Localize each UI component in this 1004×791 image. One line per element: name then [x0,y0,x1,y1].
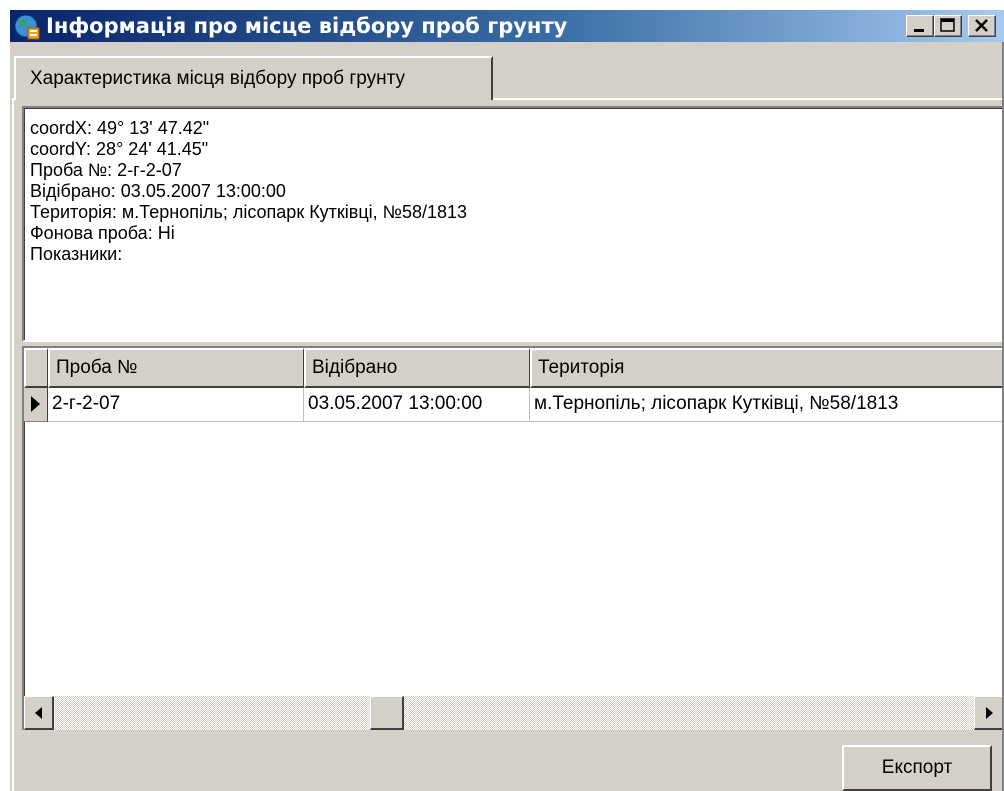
export-button[interactable]: Експорт [842,745,992,791]
window-title: Інформація про місце відбору проб грунту [46,14,568,38]
tab-characteristics[interactable]: Характеристика місця відбору проб грунту [14,56,493,100]
info-sampled-date: Відібрано: 03.05.2007 13:00:00 [30,181,286,201]
grid-header: Проба № Відібрано Територія [24,348,1004,388]
info-coord-x: coordX: 49° 13' 47.42" [30,118,210,138]
arrow-left-icon [35,707,42,719]
minimize-icon [914,29,924,32]
info-background-sample: Фонова проба: Ні [30,223,175,243]
close-button[interactable] [968,15,996,37]
title-bar[interactable]: Інформація про місце відбору проб грунту [10,10,1004,42]
table-cell-territory[interactable]: м.Тернопіль; лісопарк Кутківці, №58/1813 [530,388,1004,422]
scroll-track[interactable] [54,696,974,730]
arrow-right-icon [986,707,993,719]
scroll-right-button[interactable] [974,696,1004,730]
column-header-sampled[interactable]: Відібрано [304,348,530,388]
globe-app-icon [14,14,40,40]
scroll-left-button[interactable] [24,696,54,730]
tab-label: Характеристика місця відбору проб грунту [30,68,406,89]
scroll-thumb[interactable] [370,696,404,730]
dialog-window: Інформація про місце відбору проб грунту… [10,10,1004,791]
column-header-territory[interactable]: Територія [530,348,1004,388]
column-header-sample[interactable]: Проба № [48,348,304,388]
minimize-button[interactable] [906,15,934,37]
table-cell-sampled[interactable]: 03.05.2007 13:00:00 [304,388,530,422]
data-grid[interactable]: Проба № Відібрано Територія 2-г-2-07 03.… [22,346,1004,730]
header-corner [24,348,48,388]
info-coord-y: coordY: 28° 24' 41.45" [30,139,209,159]
row-indicator[interactable] [24,388,48,422]
table-cell-sample[interactable]: 2-г-2-07 [48,388,304,422]
info-text-area[interactable]: coordX: 49° 13' 47.42" coordY: 28° 24' 4… [22,106,1004,342]
horizontal-scrollbar[interactable] [24,696,1004,730]
info-territory: Територія: м.Тернопіль; лісопарк Кутківц… [30,202,468,222]
info-indicators: Показники: [30,244,123,264]
maximize-button[interactable] [934,15,962,37]
close-icon [975,19,988,32]
maximize-icon [940,18,955,32]
info-sample-number: Проба №: 2-г-2-07 [30,160,182,180]
row-pointer-icon [31,396,40,412]
